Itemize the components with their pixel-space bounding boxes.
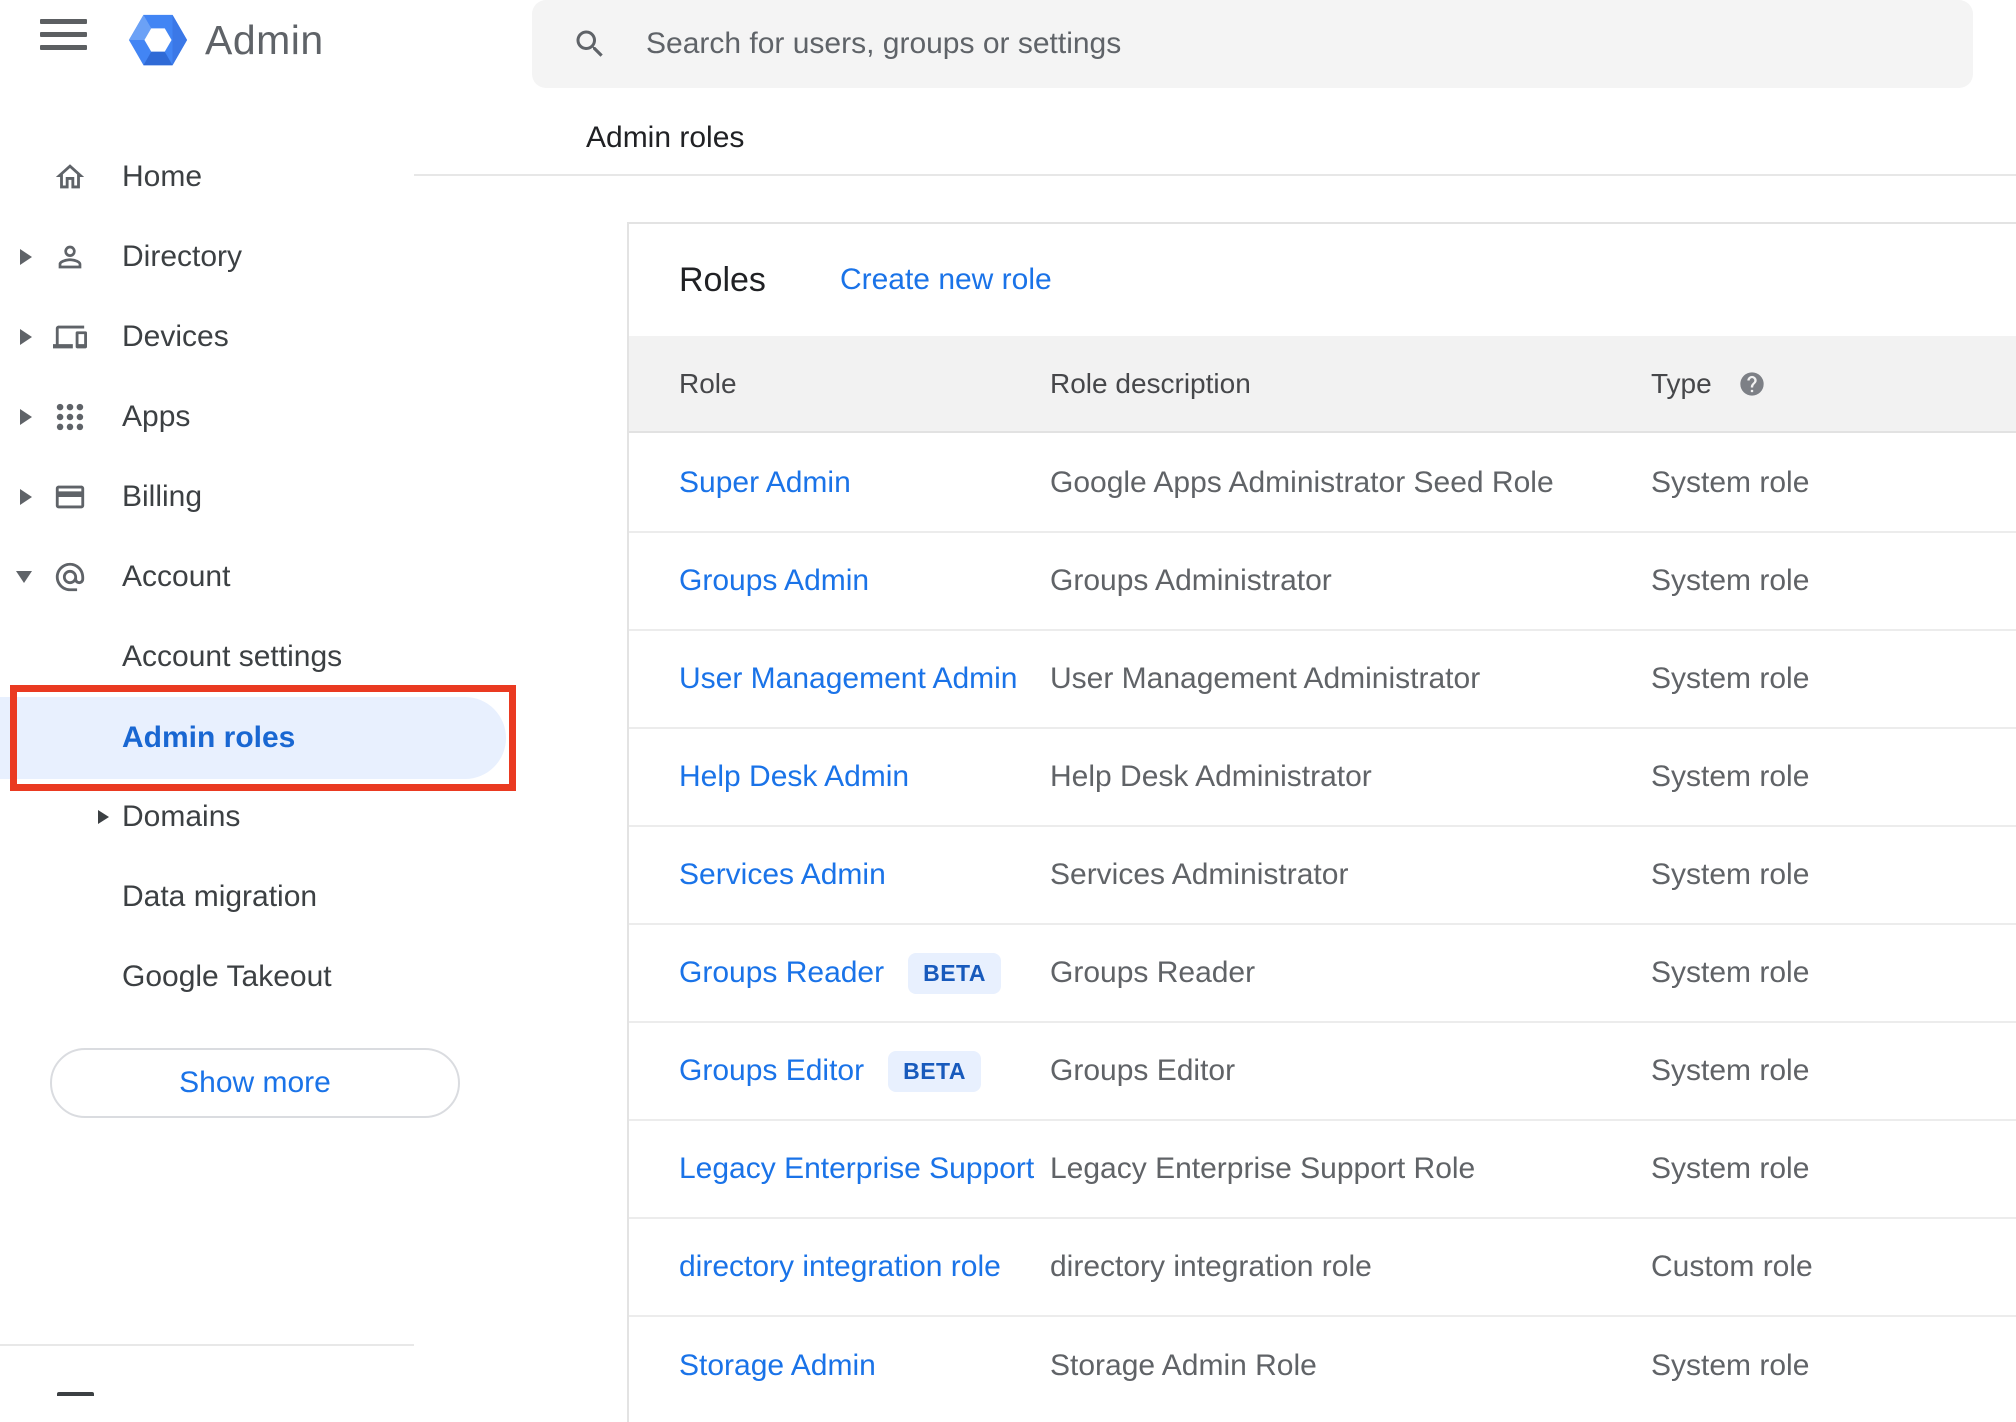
role-description: directory integration role <box>1050 1250 1372 1283</box>
role-link[interactable]: User Management Admin <box>679 662 1018 696</box>
table-row: Super Admin Google Apps Administrator Se… <box>629 435 2016 533</box>
sidebar-item-label: Data migration <box>122 880 318 913</box>
sidebar-item-label: Domains <box>122 800 241 833</box>
sidebar-item-label: Account <box>122 560 231 593</box>
admin-logo: Admin <box>127 8 324 72</box>
panel-title: Roles <box>679 260 766 299</box>
sidebar-item-google-takeout[interactable]: Google Takeout <box>0 937 414 1017</box>
role-type: System role <box>1651 1349 1810 1382</box>
apps-grid-icon <box>53 400 87 434</box>
table-row: Groups Reader BETA Groups Reader System … <box>629 925 2016 1023</box>
role-link[interactable]: directory integration role <box>679 1250 1001 1284</box>
search-input[interactable] <box>646 0 1946 88</box>
role-type: System role <box>1651 858 1810 891</box>
table-row: Storage Admin Storage Admin Role System … <box>629 1317 2016 1415</box>
role-type: System role <box>1651 1054 1810 1087</box>
roles-panel-header: Roles Create new role <box>629 224 2016 336</box>
role-type: Custom role <box>1651 1250 1813 1283</box>
role-type: System role <box>1651 956 1810 989</box>
collapse-arrow-icon[interactable] <box>16 571 32 583</box>
role-description: Groups Editor <box>1050 1054 1236 1087</box>
column-header-description: Role description <box>1050 367 1251 399</box>
sidebar-item-label: Apps <box>122 400 191 433</box>
role-description: Services Administrator <box>1050 858 1349 891</box>
role-description: Help Desk Administrator <box>1050 760 1372 793</box>
role-link[interactable]: Help Desk Admin <box>679 760 909 794</box>
roles-panel: Roles Create new role Role Role descript… <box>627 222 2016 1422</box>
role-link[interactable]: Groups Reader <box>679 956 884 990</box>
role-link[interactable]: Groups Editor <box>679 1054 864 1088</box>
partial-bottom-icon <box>57 1392 94 1396</box>
create-new-role-link[interactable]: Create new role <box>840 263 1052 297</box>
search-bar[interactable] <box>532 0 1973 88</box>
table-row: Help Desk Admin Help Desk Administrator … <box>629 729 2016 827</box>
column-header-role: Role <box>679 367 737 399</box>
devices-icon <box>53 320 87 354</box>
role-link[interactable]: Groups Admin <box>679 564 869 598</box>
credit-card-icon <box>53 480 87 514</box>
table-row: Services Admin Services Administrator Sy… <box>629 827 2016 925</box>
role-link[interactable]: Legacy Enterprise Support <box>679 1152 1034 1186</box>
product-name: Admin <box>205 16 324 63</box>
role-description: User Management Administrator <box>1050 662 1481 695</box>
sidebar-item-billing[interactable]: Billing <box>0 457 414 537</box>
role-description: Storage Admin Role <box>1050 1349 1317 1382</box>
breadcrumb: Admin roles <box>586 121 745 154</box>
role-type: System role <box>1651 466 1810 499</box>
admin-hexagon-logo-icon <box>128 14 188 66</box>
sidebar-item-label: Account settings <box>122 640 343 673</box>
table-row: User Management Admin User Management Ad… <box>629 631 2016 729</box>
role-description: Legacy Enterprise Support Role <box>1050 1152 1476 1185</box>
help-icon[interactable] <box>1738 370 1766 398</box>
expand-arrow-icon[interactable] <box>20 249 32 265</box>
annotation-highlight-box <box>10 685 516 791</box>
sidebar-bottom-divider <box>0 1344 414 1346</box>
table-row: Groups Editor BETA Groups Editor System … <box>629 1023 2016 1121</box>
home-icon <box>53 160 87 194</box>
role-type: System role <box>1651 1152 1810 1185</box>
table-row: Legacy Enterprise Support Legacy Enterpr… <box>629 1121 2016 1219</box>
role-type: System role <box>1651 760 1810 793</box>
sidebar-item-apps[interactable]: Apps <box>0 377 414 457</box>
beta-badge: BETA <box>888 1050 981 1092</box>
sidebar-item-account[interactable]: Account <box>0 537 414 617</box>
hamburger-menu-icon[interactable] <box>40 19 87 50</box>
role-link[interactable]: Super Admin <box>679 466 851 500</box>
person-icon <box>53 240 87 274</box>
expand-arrow-icon[interactable] <box>98 810 109 824</box>
beta-badge: BETA <box>908 952 1002 994</box>
at-sign-icon <box>53 560 87 594</box>
table-row: Groups Admin Groups Administrator System… <box>629 533 2016 631</box>
sidebar: Admin Home Directory Devices Apps Billin… <box>0 0 516 1396</box>
role-description: Groups Administrator <box>1050 564 1332 597</box>
sidebar-item-label: Home <box>122 160 203 193</box>
sidebar-item-data-migration[interactable]: Data migration <box>0 857 414 937</box>
sidebar-item-devices[interactable]: Devices <box>0 297 414 377</box>
header-divider <box>414 174 2016 176</box>
sidebar-item-home[interactable]: Home <box>0 137 414 217</box>
search-icon <box>572 26 608 62</box>
role-link[interactable]: Storage Admin <box>679 1349 876 1383</box>
expand-arrow-icon[interactable] <box>20 409 32 425</box>
sidebar-item-directory[interactable]: Directory <box>0 217 414 297</box>
expand-arrow-icon[interactable] <box>20 329 32 345</box>
column-header-type: Type <box>1651 367 1712 399</box>
show-more-button[interactable]: Show more <box>50 1048 460 1118</box>
sidebar-item-label: Google Takeout <box>122 960 332 993</box>
sidebar-item-domains[interactable]: Domains <box>0 777 414 857</box>
role-type: System role <box>1651 564 1810 597</box>
role-description: Groups Reader <box>1050 956 1256 989</box>
table-row: directory integration role directory int… <box>629 1219 2016 1317</box>
role-type: System role <box>1651 662 1810 695</box>
sidebar-item-label: Billing <box>122 480 203 513</box>
sidebar-item-label: Directory <box>122 240 243 273</box>
table-header-row: Role Role description Type <box>629 336 2016 433</box>
role-link[interactable]: Services Admin <box>679 858 886 892</box>
expand-arrow-icon[interactable] <box>20 489 32 505</box>
sidebar-item-label: Devices <box>122 320 229 353</box>
role-description: Google Apps Administrator Seed Role <box>1050 466 1554 499</box>
